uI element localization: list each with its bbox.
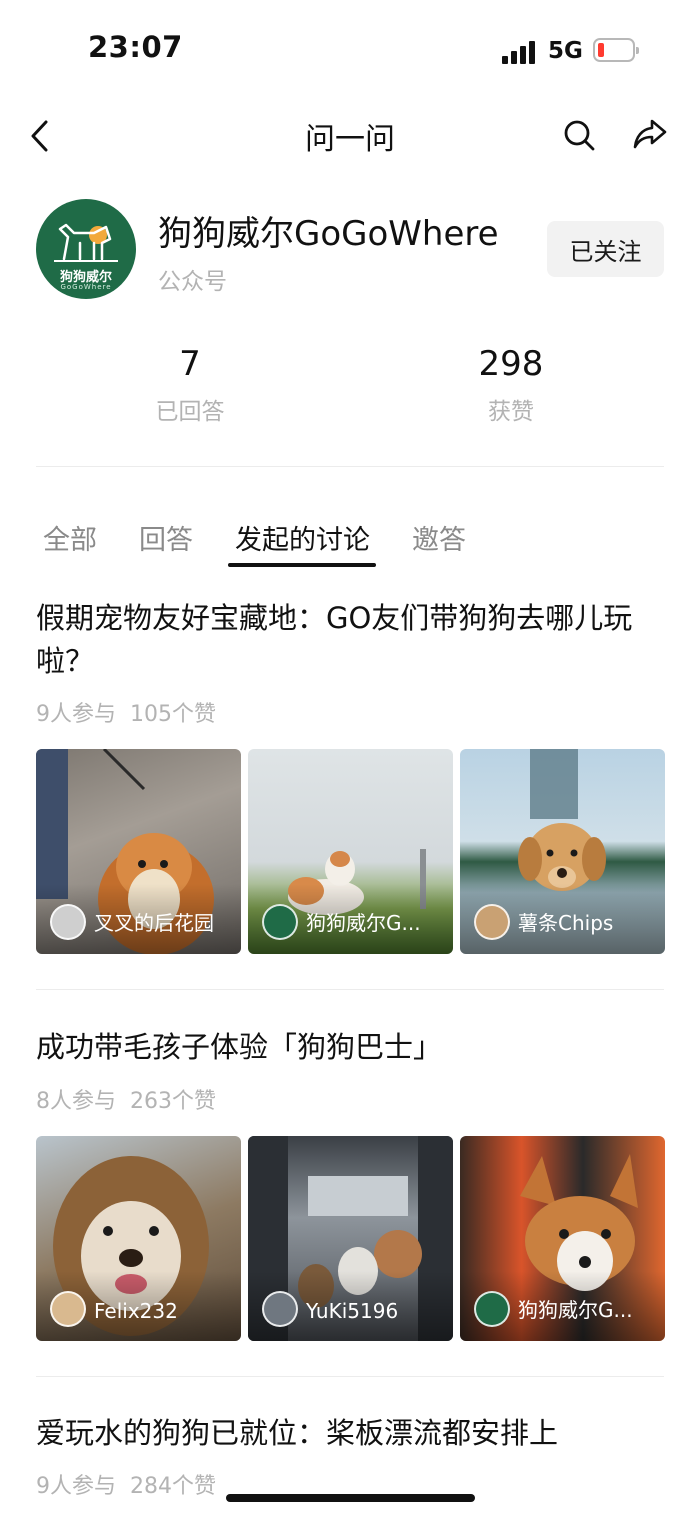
- post-likes: 284个赞: [130, 1474, 216, 1499]
- divider: [36, 1376, 664, 1377]
- post-participants: 9人参与: [36, 1474, 116, 1499]
- account-name: 狗狗威尔GoGoWhere: [158, 214, 499, 254]
- search-icon: [564, 120, 595, 151]
- post-likes: 105个赞: [130, 702, 216, 727]
- likes-label: 获赞: [488, 399, 534, 425]
- image-username: Felix232: [94, 1299, 178, 1323]
- tab-discussions[interactable]: 发起的讨论: [235, 518, 370, 557]
- post-meta: 9人参与 284个赞: [36, 1468, 216, 1500]
- post-title[interactable]: 成功带毛孩子体验「狗狗巴士」: [36, 1026, 664, 1069]
- account-type: 公众号: [158, 269, 227, 295]
- post-meta: 8人参与 263个赞: [36, 1083, 216, 1115]
- share-button[interactable]: [632, 116, 668, 152]
- search-button[interactable]: [561, 117, 597, 153]
- user-avatar: [50, 904, 86, 940]
- post-participants: 8人参与: [36, 1089, 116, 1114]
- image-username: 狗狗威尔G...: [518, 1298, 633, 1322]
- image-username: 狗狗威尔G...: [306, 911, 421, 935]
- battery-icon: [593, 38, 639, 62]
- avatar-logo-subtext: GoGoWhere: [60, 283, 112, 291]
- image-username: 薯条Chips: [518, 911, 614, 935]
- user-avatar: [262, 1291, 298, 1327]
- post-image[interactable]: Felix232: [36, 1136, 241, 1341]
- home-indicator[interactable]: [226, 1494, 475, 1502]
- user-avatar: [50, 1291, 86, 1327]
- user-avatar: [474, 1291, 510, 1327]
- answered-count: 7: [179, 344, 201, 384]
- post-likes: 263个赞: [130, 1089, 216, 1114]
- post-image[interactable]: 狗狗威尔G...: [248, 749, 453, 954]
- post-title[interactable]: 爱玩水的狗狗已就位：桨板漂流都安排上: [36, 1412, 664, 1455]
- tab-invites[interactable]: 邀答: [412, 518, 466, 557]
- answered-label: 已回答: [155, 399, 225, 425]
- image-username: YuKi5196: [306, 1299, 399, 1323]
- post-meta: 9人参与 105个赞: [36, 696, 216, 728]
- image-username: 叉叉的后花园: [94, 911, 214, 935]
- network-type: 5G: [548, 38, 583, 64]
- likes-count: 298: [478, 344, 544, 384]
- post-image[interactable]: 薯条Chips: [460, 749, 665, 954]
- post-image[interactable]: 狗狗威尔G...: [460, 1136, 665, 1341]
- post-image[interactable]: 叉叉的后花园: [36, 749, 241, 954]
- account-avatar[interactable]: 狗狗威尔 GoGoWhere: [36, 199, 136, 299]
- post-image[interactable]: YuKi5196: [248, 1136, 453, 1341]
- divider: [36, 466, 664, 467]
- user-avatar: [474, 904, 510, 940]
- follow-button[interactable]: 已关注: [547, 221, 664, 277]
- tab-all[interactable]: 全部: [43, 518, 97, 557]
- dog-logo-icon: [54, 223, 118, 262]
- status-time: 23:07: [88, 30, 183, 64]
- share-icon: [633, 119, 667, 149]
- post-title[interactable]: 假期宠物友好宝藏地：GO友们带狗狗去哪儿玩啦？: [36, 597, 664, 683]
- active-tab-indicator: [228, 563, 376, 567]
- user-avatar: [262, 904, 298, 940]
- divider: [36, 989, 664, 990]
- post-participants: 9人参与: [36, 702, 116, 727]
- cellular-signal-icon: [502, 40, 538, 64]
- tab-answers[interactable]: 回答: [139, 518, 193, 557]
